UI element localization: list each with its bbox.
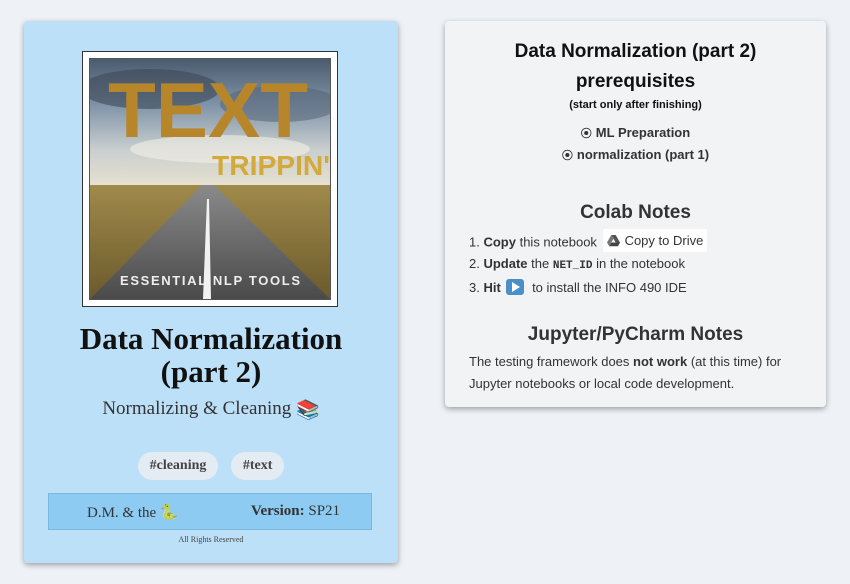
book-card: TEXT TRIPPIN' ESSENTIAL NLP TOOLS Data N…: [24, 21, 398, 563]
jupyter-notes: The testing framework does not work (at …: [469, 351, 809, 395]
jupyter-heading: Jupyter/PyCharm Notes: [527, 324, 744, 345]
copy-to-drive-label: Copy to Drive: [624, 233, 704, 248]
version-value: SP21: [308, 503, 341, 519]
book-subtitle: Normalizing & Cleaning 📚: [24, 398, 398, 422]
step-number: 1.: [469, 234, 480, 250]
step-hit: 3. Hit to install the INFO 490 IDE: [469, 277, 707, 298]
step-text: in the notebook: [596, 255, 685, 271]
step-text: the: [531, 255, 550, 271]
step-keyword: Update: [483, 255, 528, 271]
notes-emphasis: not work: [633, 354, 688, 369]
step-keyword: Copy: [483, 234, 516, 250]
step-text: this notebook: [519, 234, 597, 250]
play-button-icon[interactable]: [506, 278, 525, 295]
prereq-link-normalization-part1[interactable]: ⦿ normalization (part 1): [445, 147, 826, 163]
cover-big-word: TEXT: [108, 66, 308, 154]
cover-image: TEXT TRIPPIN' ESSENTIAL NLP TOOLS: [89, 58, 331, 300]
google-drive-icon: [606, 234, 620, 246]
step-text: to install the INFO 490 IDE: [532, 279, 687, 295]
author-text: D.M. & the: [87, 505, 157, 521]
tag-list: #cleaning #text: [24, 452, 398, 480]
step-number: 2.: [469, 255, 480, 271]
prereq-label: normalization (part 1): [576, 147, 710, 162]
rights-notice: All Rights Reserved: [178, 535, 244, 544]
radio-bullet-icon: ⦿: [561, 150, 573, 162]
colab-heading: Colab Notes: [580, 202, 691, 223]
books-icon: 📚: [295, 400, 320, 421]
book-title: Data Normalization (part 2): [24, 322, 398, 388]
cover-script-word: TRIPPIN': [212, 150, 330, 181]
colab-steps: 1. Copy this notebook Copy to Drive 2. U…: [469, 229, 708, 298]
prereq-note: (start only after finishing): [569, 99, 702, 111]
book-subtitle-text: Normalizing & Cleaning: [102, 398, 292, 419]
notes-text: The testing framework does: [469, 354, 630, 369]
author-credit: D.M. & the 🐍: [87, 503, 179, 522]
copy-to-drive-button[interactable]: Copy to Drive: [602, 229, 708, 252]
version-label: Version:: [251, 503, 305, 519]
tag-text[interactable]: #text: [230, 452, 285, 480]
cover-caption: ESSENTIAL NLP TOOLS: [120, 273, 300, 288]
step-keyword: Hit: [483, 279, 501, 295]
book-footer: D.M. & the 🐍 Version: SP21: [48, 493, 372, 530]
version-info: Version: SP21: [251, 503, 340, 520]
step-number: 3.: [469, 279, 480, 295]
book-title-line2: (part 2): [160, 354, 262, 389]
prereq-label: ML Preparation: [595, 125, 691, 140]
prereq-link-ml-preparation[interactable]: ⦿ ML Preparation: [445, 125, 826, 141]
step-update: 2. Update the NET_ID in the notebook: [469, 253, 707, 277]
prereq-heading: prerequisites: [575, 71, 696, 92]
cover-frame: TEXT TRIPPIN' ESSENTIAL NLP TOOLS: [82, 51, 338, 307]
book-title-line1: Data Normalization: [79, 321, 343, 356]
net-id-code: NET_ID: [552, 259, 593, 272]
snake-icon: 🐍: [159, 505, 179, 521]
step-copy: 1. Copy this notebook Copy to Drive: [469, 229, 708, 253]
radio-bullet-icon: ⦿: [580, 128, 592, 140]
tag-cleaning[interactable]: #cleaning: [137, 452, 219, 480]
info-panel: Data Normalization (part 2) prerequisite…: [445, 21, 826, 407]
panel-title: Data Normalization (part 2): [514, 41, 757, 62]
